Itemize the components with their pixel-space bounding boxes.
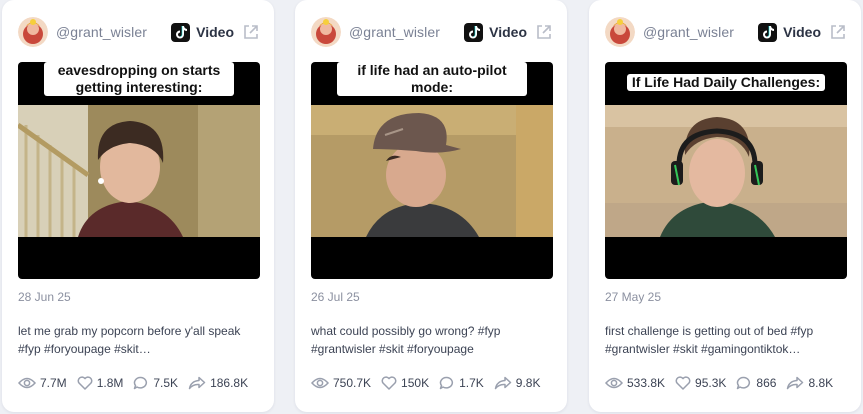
platform-label: Video bbox=[196, 24, 234, 40]
heart-icon bbox=[381, 376, 397, 390]
external-link-icon[interactable] bbox=[535, 23, 553, 41]
heart-icon bbox=[675, 376, 691, 390]
video-card[interactable]: @grant_wisler Video bbox=[295, 0, 567, 412]
platform-badge: Video bbox=[171, 22, 234, 42]
eye-icon bbox=[18, 377, 36, 389]
comment-icon bbox=[737, 376, 751, 390]
post-description: what could possibly go wrong? #fyp #gran… bbox=[311, 324, 501, 356]
views-stat: 750.7K bbox=[311, 376, 371, 390]
avatar[interactable] bbox=[18, 17, 48, 47]
engagement-stats: 7.7M 1.8M 7.5K 186.8K bbox=[18, 376, 248, 390]
video-frame bbox=[605, 105, 847, 237]
video-card[interactable]: @grant_wisler Video bbox=[2, 0, 274, 412]
tiktok-icon bbox=[171, 22, 191, 42]
tiktok-icon bbox=[758, 22, 778, 42]
shares-stat: 9.8K bbox=[494, 376, 540, 390]
post-description: first challenge is getting out of bed #f… bbox=[605, 324, 814, 356]
likes-stat: 1.8M bbox=[77, 376, 123, 390]
external-link-icon[interactable] bbox=[242, 23, 260, 41]
avatar[interactable] bbox=[605, 17, 635, 47]
post-date: 27 May 25 bbox=[605, 290, 662, 304]
video-overlay-caption: if life had an auto-pilot mode: bbox=[311, 62, 553, 97]
heart-icon bbox=[77, 376, 93, 390]
shares-stat: 186.8K bbox=[188, 376, 248, 390]
platform-badge: Video bbox=[758, 22, 821, 42]
username[interactable]: @grant_wisler bbox=[56, 24, 171, 40]
views-stat: 533.8K bbox=[605, 376, 665, 390]
comments-stat: 1.7K bbox=[439, 376, 484, 390]
tiktok-icon bbox=[464, 22, 484, 42]
card-header: @grant_wisler Video bbox=[18, 16, 260, 48]
video-overlay-caption: If Life Had Daily Challenges: bbox=[605, 62, 847, 92]
likes-stat: 150K bbox=[381, 376, 429, 390]
eye-icon bbox=[605, 377, 623, 389]
likes-stat: 95.3K bbox=[675, 376, 726, 390]
comment-icon bbox=[134, 376, 148, 390]
shares-stat: 8.8K bbox=[786, 376, 833, 390]
post-date: 26 Jul 25 bbox=[311, 290, 360, 304]
avatar[interactable] bbox=[311, 17, 341, 47]
share-icon bbox=[494, 376, 512, 390]
platform-label: Video bbox=[489, 24, 527, 40]
platform-badge: Video bbox=[464, 22, 527, 42]
platform-label: Video bbox=[783, 24, 821, 40]
engagement-stats: 750.7K 150K 1.7K 9.8K bbox=[311, 376, 540, 390]
share-icon bbox=[787, 376, 804, 390]
video-frame bbox=[18, 105, 260, 237]
video-overlay-caption: eavesdropping on starts getting interest… bbox=[18, 62, 260, 97]
card-header: @grant_wisler Video bbox=[605, 16, 847, 48]
video-card[interactable]: @grant_wisler Video bbox=[589, 0, 861, 412]
comment-icon bbox=[439, 376, 454, 390]
post-date: 28 Jun 25 bbox=[18, 290, 71, 304]
share-icon bbox=[188, 376, 206, 390]
eye-icon bbox=[311, 377, 329, 389]
card-header: @grant_wisler Video bbox=[311, 16, 553, 48]
video-thumbnail[interactable]: eavesdropping on starts getting interest… bbox=[18, 62, 260, 279]
comments-stat: 866 bbox=[736, 376, 776, 390]
views-stat: 7.7M bbox=[18, 376, 67, 390]
video-frame bbox=[311, 105, 553, 237]
engagement-stats: 533.8K 95.3K 866 8.8K bbox=[605, 376, 833, 390]
username[interactable]: @grant_wisler bbox=[643, 24, 758, 40]
post-description: let me grab my popcorn before y'all spea… bbox=[18, 324, 241, 356]
external-link-icon[interactable] bbox=[829, 23, 847, 41]
video-thumbnail[interactable]: If Life Had Daily Challenges: bbox=[605, 62, 847, 279]
video-thumbnail[interactable]: if life had an auto-pilot mode: bbox=[311, 62, 553, 279]
comments-stat: 7.5K bbox=[133, 376, 178, 390]
username[interactable]: @grant_wisler bbox=[349, 24, 464, 40]
